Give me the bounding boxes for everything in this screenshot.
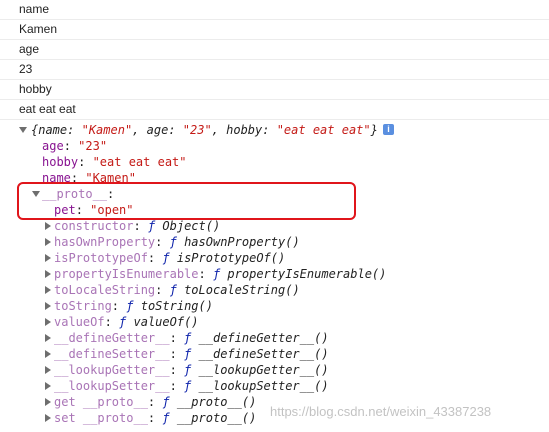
collapse-triangle-icon[interactable] <box>45 318 51 326</box>
property-row: age: "23" <box>42 139 108 153</box>
console-log-line: name <box>0 0 549 20</box>
info-icon[interactable]: i <box>383 124 394 135</box>
expand-triangle-icon[interactable] <box>19 127 27 133</box>
console-log-line: 23 <box>0 60 549 80</box>
collapse-triangle-icon[interactable] <box>45 222 51 230</box>
collapse-triangle-icon[interactable] <box>45 286 51 294</box>
console-log-line: age <box>0 40 549 60</box>
collapse-triangle-icon[interactable] <box>45 334 51 342</box>
watermark-text: https://blog.csdn.net/weixin_43387238 <box>270 404 492 419</box>
collapse-triangle-icon[interactable] <box>45 398 51 406</box>
annotation-highlight-box <box>17 182 356 220</box>
console-log-line: Kamen <box>0 20 549 40</box>
console-log-line: eat eat eat <box>0 100 549 120</box>
object-preview: {name: "Kamen", age: "23", hobby: "eat e… <box>31 123 378 137</box>
collapse-triangle-icon[interactable] <box>45 414 51 422</box>
collapse-triangle-icon[interactable] <box>45 238 51 246</box>
collapse-triangle-icon[interactable] <box>45 382 51 390</box>
collapse-triangle-icon[interactable] <box>45 302 51 310</box>
console-log-line: hobby <box>0 80 549 100</box>
collapse-triangle-icon[interactable] <box>45 350 51 358</box>
collapse-triangle-icon[interactable] <box>45 270 51 278</box>
property-row: hobby: "eat eat eat" <box>42 155 187 169</box>
collapse-triangle-icon[interactable] <box>45 254 51 262</box>
collapse-triangle-icon[interactable] <box>45 366 51 374</box>
